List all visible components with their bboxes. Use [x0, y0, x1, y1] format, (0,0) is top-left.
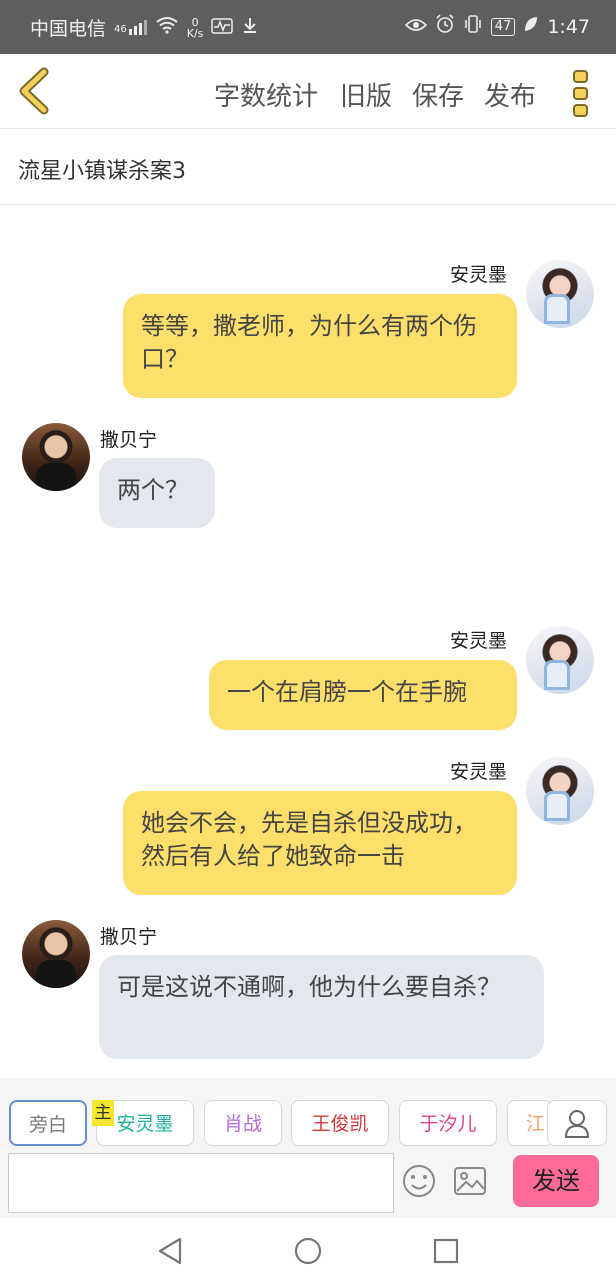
download-icon — [241, 16, 259, 39]
battery-level: 47 — [490, 17, 516, 36]
role-chip[interactable]: 旁白 — [9, 1100, 87, 1146]
network-type-label: 46 — [114, 24, 127, 35]
composer: 发送 — [0, 1150, 616, 1218]
image-icon — [454, 1167, 486, 1195]
network-speed-value: 0 — [191, 15, 199, 29]
nav-recents-button[interactable] — [432, 1237, 460, 1265]
emoji-button[interactable] — [402, 1164, 436, 1198]
message-bubble[interactable]: 她会不会，先是自杀但没成功，然后有人给了她致命一击 — [123, 791, 517, 895]
nav-back-button[interactable] — [156, 1236, 184, 1266]
speaker-name: 安灵墨 — [450, 630, 508, 652]
role-selector: 旁白 安灵墨 主 肖战 王俊凯 于汐儿 江 — [0, 1078, 616, 1150]
avatar[interactable] — [526, 260, 594, 328]
clock-time: 1:47 — [547, 15, 590, 38]
more-options-button[interactable] — [568, 68, 594, 118]
activity-icon — [211, 17, 234, 39]
network-speed: 0 K/s — [187, 17, 204, 39]
chevron-left-icon — [19, 67, 49, 115]
circle-home-icon — [294, 1237, 322, 1265]
editor-toolbar: 字数统计 旧版 保存 发布 — [0, 54, 616, 129]
square-recents-icon — [433, 1238, 459, 1264]
message-bubble[interactable]: 可是这说不通啊，他为什么要自杀？ — [99, 955, 544, 1059]
avatar[interactable] — [22, 423, 90, 491]
wifi-icon — [155, 16, 179, 39]
message-input[interactable] — [8, 1153, 394, 1213]
chat-area: 安灵墨 等等，撒老师，为什么有两个伤口？ 撒贝宁 两个？ 安灵墨 一个在肩膀一个… — [0, 205, 616, 1078]
more-vertical-icon — [573, 70, 588, 117]
role-chip[interactable]: 肖战 — [204, 1100, 282, 1146]
eye-icon — [404, 16, 427, 38]
save-button[interactable]: 保存 — [412, 76, 464, 113]
carrier-label: 中国电信 — [30, 18, 107, 40]
message-bubble[interactable]: 等等，撒老师，为什么有两个伤口？ — [123, 294, 517, 398]
manage-roles-button[interactable] — [547, 1100, 607, 1146]
role-chip[interactable]: 于汐儿 — [399, 1100, 497, 1146]
user-icon — [564, 1110, 590, 1138]
avatar[interactable] — [526, 757, 594, 825]
publish-button[interactable]: 发布 — [484, 76, 536, 113]
network-speed-unit: K/s — [186, 26, 204, 40]
back-button[interactable] — [14, 66, 60, 116]
speaker-name: 撒贝宁 — [100, 429, 158, 451]
role-chip-label: 安灵墨 — [116, 1113, 174, 1135]
old-version-button[interactable]: 旧版 — [340, 76, 392, 113]
story-title[interactable]: 流星小镇谋杀案3 — [18, 153, 186, 185]
message-bubble[interactable]: 两个？ — [99, 458, 215, 528]
vibrate-icon — [463, 14, 483, 39]
speaker-name: 安灵墨 — [450, 761, 508, 783]
main-role-badge: 主 — [92, 1100, 114, 1126]
speaker-name: 安灵墨 — [450, 264, 508, 286]
image-button[interactable] — [453, 1165, 487, 1197]
signal-icon: 46 — [114, 20, 147, 35]
alarm-icon — [435, 14, 455, 39]
avatar[interactable] — [526, 626, 594, 694]
message-bubble[interactable]: 一个在肩膀一个在手腕 — [209, 660, 517, 730]
avatar[interactable] — [22, 920, 90, 988]
system-navigation-bar — [0, 1220, 616, 1280]
status-bar: 中国电信 46 0 K/s 47 1:47 — [0, 0, 616, 54]
nav-home-button[interactable] — [293, 1236, 323, 1266]
role-chip[interactable]: 王俊凯 — [291, 1100, 389, 1146]
title-area: 流星小镇谋杀案3 — [0, 129, 616, 205]
triangle-back-icon — [158, 1237, 182, 1265]
speaker-name: 撒贝宁 — [100, 926, 158, 948]
emoji-icon — [403, 1165, 435, 1197]
send-button[interactable]: 发送 — [513, 1155, 599, 1207]
word-count-button[interactable]: 字数统计 — [214, 76, 318, 113]
leaf-icon — [523, 15, 539, 38]
